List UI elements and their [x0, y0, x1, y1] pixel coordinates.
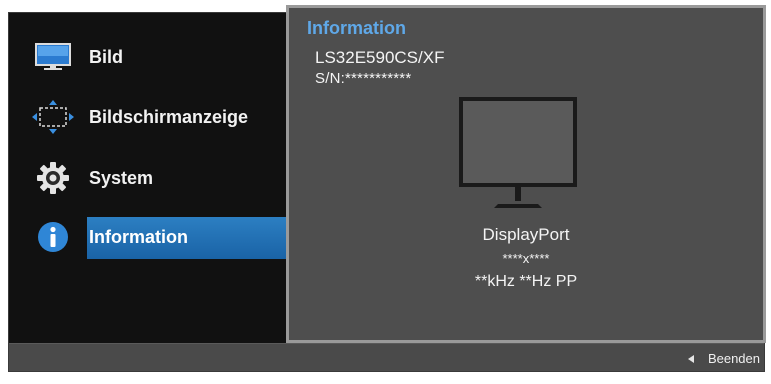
left-arrow-icon: [687, 354, 694, 363]
monitor-icon: [31, 39, 75, 75]
exit-button[interactable]: Beenden: [687, 351, 760, 366]
model-name: LS32E590CS/XF: [315, 48, 445, 67]
sidebar-item-information[interactable]: Information: [9, 217, 287, 259]
input-source: DisplayPort: [482, 225, 570, 244]
frequency: **kHz **Hz PP: [474, 273, 578, 290]
information-panel: Information LS32E590CS/XF S/N:**********…: [286, 5, 766, 343]
sidebar-item-label: Bild: [89, 46, 123, 67]
panel-title: Information: [307, 18, 406, 38]
display-illustration-icon: [458, 96, 578, 208]
sidebar-item-bildschirmanzeige[interactable]: Bildschirmanzeige: [9, 97, 287, 137]
sidebar: Bild Bildschirmanzeige System Informatio…: [9, 13, 287, 343]
footer-bar: Beenden: [9, 343, 764, 371]
sidebar-item-label: System: [89, 167, 154, 188]
gear-icon: [31, 160, 75, 196]
sidebar-item-system[interactable]: System: [9, 158, 287, 198]
osd-menu: Bild Bildschirmanzeige System Informatio…: [8, 5, 766, 372]
sidebar-item-label: Information: [89, 226, 188, 247]
exit-label: Beenden: [707, 351, 760, 366]
info-icon: [31, 219, 75, 255]
serial-number: S/N:***********: [315, 70, 412, 87]
sidebar-item-bild[interactable]: Bild: [9, 37, 287, 77]
sidebar-item-label: Bildschirmanzeige: [89, 106, 249, 127]
screen-position-icon: [31, 99, 75, 135]
resolution: ****x****: [502, 251, 550, 266]
